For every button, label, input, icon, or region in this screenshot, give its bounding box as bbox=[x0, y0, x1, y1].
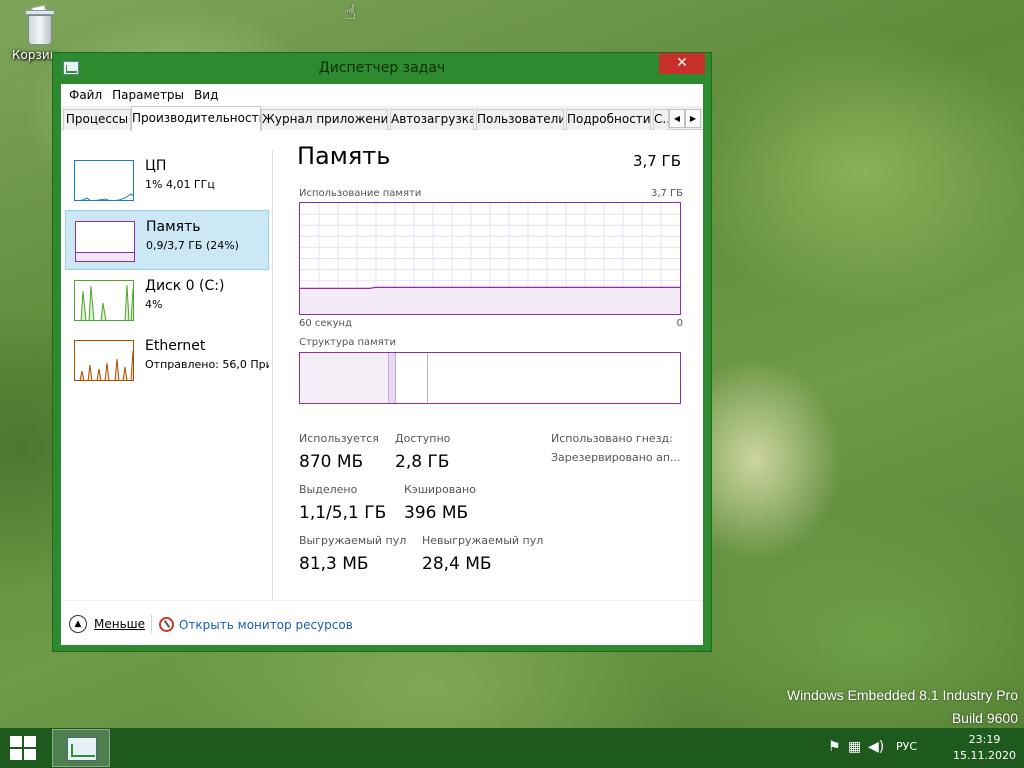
resource-ethernet-detail: Отправлено: 56,0 Прин bbox=[145, 358, 269, 371]
slots-used-label: Использовано гнезд: bbox=[551, 432, 673, 445]
cpu-thumbnail-graph bbox=[74, 160, 134, 201]
tab-app-history[interactable]: Журнал приложений bbox=[261, 109, 388, 130]
open-resource-monitor-link[interactable]: Открыть монитор ресурсов bbox=[159, 617, 353, 632]
clock-date: 15.11.2020 bbox=[953, 749, 1016, 762]
available-label: Доступно bbox=[395, 432, 451, 445]
taskbar-task-manager[interactable] bbox=[52, 729, 110, 767]
memory-usage-label: Использование памяти bbox=[299, 188, 422, 199]
open-resource-monitor-label: Открыть монитор ресурсов bbox=[179, 617, 353, 632]
memory-usage-graph bbox=[299, 202, 681, 315]
tab-scroll-left-icon[interactable]: ◀ bbox=[669, 109, 685, 128]
chevron-up-icon: ▲ bbox=[69, 615, 87, 633]
menu-bar: Файл Параметры Вид bbox=[61, 84, 703, 106]
resource-ethernet[interactable]: Ethernet Отправлено: 56,0 Прин bbox=[65, 330, 269, 390]
memory-thumbnail-graph bbox=[75, 221, 135, 262]
memory-usage-area bbox=[300, 287, 680, 314]
paged-pool-label: Выгружаемый пул bbox=[299, 534, 407, 547]
memory-total: 3,7 ГБ bbox=[632, 152, 681, 170]
resource-list: ЦП 1% 4,01 ГГц Память 0,9/3,7 ГБ (24%) Д… bbox=[61, 130, 273, 600]
paged-pool-value: 81,3 МБ bbox=[299, 554, 369, 574]
resource-memory-name: Память bbox=[146, 219, 201, 235]
windows-logo-icon bbox=[10, 736, 36, 760]
panel-divider[interactable] bbox=[272, 150, 273, 600]
in-use-label: Используется bbox=[299, 432, 379, 445]
watermark-edition: Windows Embedded 8.1 Industry Pro bbox=[786, 687, 1018, 703]
recycle-bin-icon bbox=[23, 4, 57, 46]
memory-composition-bar bbox=[299, 352, 681, 404]
network-icon[interactable]: ▦ bbox=[848, 738, 861, 756]
resource-disk[interactable]: Диск 0 (C:) 4% bbox=[65, 270, 269, 330]
nonpaged-pool-value: 28,4 МБ bbox=[422, 554, 492, 574]
fewer-details-button[interactable]: ▲ Меньше bbox=[69, 615, 145, 633]
memory-title: Память bbox=[297, 142, 391, 170]
clock[interactable]: 23:19 15.11.2020 bbox=[953, 732, 1016, 764]
window-title: Диспетчер задач bbox=[318, 60, 446, 76]
resource-disk-detail: 4% bbox=[145, 298, 163, 311]
title-bar[interactable]: Диспетчер задач ✕ bbox=[53, 53, 711, 83]
window-client: Файл Параметры Вид Процессы Производител… bbox=[61, 84, 703, 645]
resource-ethernet-name: Ethernet bbox=[145, 338, 206, 354]
nonpaged-pool-label: Невыгружаемый пул bbox=[422, 534, 544, 547]
tab-scroll-right-icon[interactable]: ▶ bbox=[685, 109, 701, 128]
in-use-value: 870 МБ bbox=[299, 452, 364, 472]
tab-details[interactable]: Подробности bbox=[566, 109, 651, 130]
committed-value: 1,1/5,1 ГБ bbox=[299, 503, 387, 523]
menu-options[interactable]: Параметры bbox=[110, 88, 190, 102]
resource-cpu-name: ЦП bbox=[145, 158, 167, 174]
taskbar: ⚑ ▦ ◀) РУС 23:19 15.11.2020 bbox=[0, 728, 1024, 768]
graph-time-label: 60 секунд bbox=[299, 318, 352, 329]
watermark-build: Build 9600 bbox=[951, 710, 1018, 726]
resource-memory-detail: 0,9/3,7 ГБ (24%) bbox=[146, 239, 239, 252]
tab-bar: Процессы Производительность Журнал прило… bbox=[61, 106, 703, 131]
menu-file[interactable]: Файл bbox=[67, 88, 108, 102]
resource-disk-name: Диск 0 (C:) bbox=[145, 278, 225, 294]
cached-label: Кэшировано bbox=[404, 483, 476, 496]
resource-memory[interactable]: Память 0,9/3,7 ГБ (24%) bbox=[65, 210, 269, 270]
tab-startup[interactable]: Автозагрузка bbox=[390, 109, 474, 130]
ethernet-thumbnail-graph bbox=[74, 340, 134, 381]
windows-watermark: Windows Embedded 8.1 Industry Pro Build … bbox=[787, 684, 1018, 730]
composition-modified bbox=[388, 353, 396, 403]
hand-cursor-icon: ☝ bbox=[344, 0, 357, 24]
disk-thumbnail-graph bbox=[74, 280, 134, 321]
ethernet-mini-chart bbox=[79, 350, 133, 380]
graph-zero-label: 0 bbox=[676, 318, 683, 329]
clock-time: 23:19 bbox=[968, 733, 1001, 746]
composition-standby-separator bbox=[427, 353, 428, 403]
disk-mini-chart bbox=[80, 284, 133, 320]
tab-processes[interactable]: Процессы bbox=[63, 109, 131, 130]
available-value: 2,8 ГБ bbox=[395, 452, 450, 472]
composition-in-use bbox=[300, 353, 388, 403]
resource-monitor-icon bbox=[159, 617, 174, 632]
memory-usage-max: 3,7 ГБ bbox=[650, 188, 683, 199]
committed-label: Выделено bbox=[299, 483, 358, 496]
window-footer: ▲ Меньше Открыть монитор ресурсов bbox=[61, 600, 703, 645]
tab-services[interactable]: С... bbox=[653, 109, 669, 130]
close-button[interactable]: ✕ bbox=[659, 53, 705, 74]
fewer-details-label: Меньше bbox=[94, 617, 146, 631]
hardware-reserved-label: Зарезервировано ап... bbox=[551, 451, 681, 464]
memory-composition-label: Структура памяти bbox=[299, 337, 397, 348]
menu-view[interactable]: Вид bbox=[192, 88, 224, 102]
memory-detail-panel: Память 3,7 ГБ Использование памяти 3,7 Г… bbox=[287, 130, 697, 600]
task-manager-icon bbox=[67, 737, 97, 761]
resource-cpu-detail: 1% 4,01 ГГц bbox=[145, 178, 215, 191]
tab-users[interactable]: Пользователи bbox=[476, 109, 564, 130]
start-button[interactable] bbox=[10, 736, 40, 760]
cached-value: 396 МБ bbox=[404, 503, 469, 523]
tab-performance[interactable]: Производительность bbox=[131, 106, 261, 131]
input-language[interactable]: РУС bbox=[896, 740, 917, 753]
cpu-mini-chart bbox=[78, 193, 133, 200]
footer-separator bbox=[151, 615, 152, 633]
action-center-flag-icon[interactable]: ⚑ bbox=[828, 738, 841, 756]
system-tray: ⚑ ▦ ◀) РУС 23:19 15.11.2020 bbox=[804, 728, 1024, 768]
memory-usage-chart bbox=[300, 203, 680, 314]
volume-icon[interactable]: ◀) bbox=[868, 738, 884, 756]
resource-cpu[interactable]: ЦП 1% 4,01 ГГц bbox=[65, 150, 269, 210]
task-manager-window: Диспетчер задач ✕ Файл Параметры Вид Про… bbox=[52, 52, 712, 652]
